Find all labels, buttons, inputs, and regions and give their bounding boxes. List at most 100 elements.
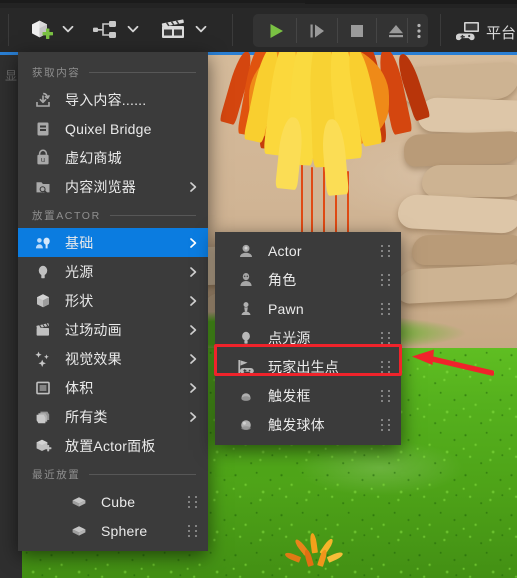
menu-item-label: Cube: [101, 493, 136, 510]
submenu-item-label: Pawn: [268, 300, 304, 317]
submenu-item-point-light[interactable]: 点光源: [215, 323, 401, 352]
blueprints-chevron-button[interactable]: [124, 20, 142, 38]
menu-item-recent-sphere[interactable]: Sphere: [18, 516, 208, 545]
drag-handle-icon[interactable]: [379, 273, 393, 286]
import-icon: [30, 90, 56, 110]
drag-handle-icon[interactable]: [379, 389, 393, 402]
menu-item-recent-cube[interactable]: Cube: [18, 487, 208, 516]
shape-cube-icon: [30, 291, 56, 311]
play-options-button[interactable]: [409, 17, 429, 44]
drag-handle-icon[interactable]: [379, 302, 393, 315]
menu-item-lights[interactable]: 光源: [18, 257, 208, 286]
drag-handle-icon[interactable]: [186, 495, 200, 508]
chevron-down-icon: [126, 22, 140, 36]
play-icon: [266, 21, 286, 41]
submenu-item-pawn[interactable]: Pawn: [215, 294, 401, 323]
chrome-seam-right: [305, 0, 517, 4]
editor-window: 平台 显 获取内容 导入内容...... Quixel Bridge u 虚幻商…: [0, 0, 517, 578]
flower-petal: [309, 532, 318, 554]
quick-add-menu[interactable]: 获取内容 导入内容...... Quixel Bridge u 虚幻商城 内容浏…: [18, 52, 208, 551]
eject-icon: [386, 21, 406, 41]
submenu-item-character[interactable]: 角色: [215, 265, 401, 294]
chevron-right-icon: [186, 382, 200, 394]
chevron-down-icon: [194, 22, 208, 36]
section-divider: [89, 474, 196, 475]
section-divider: [109, 215, 196, 216]
svg-text:u: u: [41, 155, 45, 164]
menu-item-quixel-bridge[interactable]: Quixel Bridge: [18, 114, 208, 143]
submenu-item-trigger-box[interactable]: 触发框: [215, 381, 401, 410]
all-classes-icon: [30, 407, 56, 427]
sparkle-vfx-icon: [30, 349, 56, 369]
menu-item-shapes[interactable]: 形状: [18, 286, 208, 315]
submenu-item-actor[interactable]: Actor: [215, 236, 401, 265]
blueprints-button[interactable]: [90, 18, 122, 42]
character-icon: [233, 270, 259, 290]
menu-item-label: 内容浏览器: [65, 178, 136, 195]
drag-handle-icon[interactable]: [379, 360, 393, 373]
chrome-seam-left: [0, 0, 305, 3]
submenu-item-trigger-sphere[interactable]: 触发球体: [215, 410, 401, 439]
cube-icon: [66, 521, 92, 541]
platforms-label: 平台: [486, 25, 517, 42]
menu-item-cinematics[interactable]: 过场动画: [18, 315, 208, 344]
menu-item-place-actors-panel[interactable]: 放置Actor面板: [18, 431, 208, 460]
menu-item-volumes[interactable]: 体积: [18, 373, 208, 402]
menu-item-visual-effects[interactable]: 视觉效果: [18, 344, 208, 373]
stop-button[interactable]: [340, 17, 374, 44]
chevron-right-icon: [186, 181, 200, 193]
chevron-right-icon: [186, 353, 200, 365]
menu-item-import-content[interactable]: 导入内容......: [18, 85, 208, 114]
submenu-item-label: 点光源: [268, 329, 311, 346]
gamepad-screen-icon: [456, 20, 482, 42]
menu-item-marketplace[interactable]: u 虚幻商城: [18, 143, 208, 172]
folder-search-icon: [30, 177, 56, 197]
menu-section-header: 放置ACTOR: [18, 201, 208, 228]
add-actor-button[interactable]: [24, 16, 58, 44]
menu-section-title: 获取内容: [32, 67, 81, 79]
play-divider-2: [337, 18, 338, 43]
submenu-item-label: 角色: [268, 271, 297, 288]
drag-handle-icon[interactable]: [186, 524, 200, 537]
menu-item-basic[interactable]: 基础: [18, 228, 208, 257]
menu-section-title: 放置ACTOR: [32, 210, 101, 222]
toolbar-divider-mid: [232, 14, 233, 46]
add-actor-chevron-button[interactable]: [59, 20, 77, 38]
submenu-item-label: 触发框: [268, 387, 311, 404]
chevron-right-icon: [186, 266, 200, 278]
drag-handle-icon[interactable]: [379, 244, 393, 257]
play-divider-1: [296, 18, 297, 43]
point-light-icon: [233, 328, 259, 348]
light-bulb-icon: [30, 262, 56, 282]
cube-plus-icon: [28, 18, 54, 42]
menu-section-header: 获取内容: [18, 58, 208, 85]
menu-item-label: 虚幻商城: [65, 149, 122, 166]
platforms-button[interactable]: [454, 17, 484, 44]
chevron-right-icon: [186, 237, 200, 249]
small-flower: [284, 531, 344, 571]
drag-handle-icon[interactable]: [379, 418, 393, 431]
submenu-item-player-start[interactable]: 玩家出生点: [215, 352, 401, 381]
trigger-box-icon: [233, 386, 259, 406]
menu-item-all-classes[interactable]: 所有类: [18, 402, 208, 431]
menu-item-label: 导入内容......: [65, 91, 147, 108]
menu-item-label: 放置Actor面板: [65, 437, 156, 454]
basic-actors-submenu[interactable]: Actor 角色 Pawn 点光源 玩家出生点 触发框 触发球体: [215, 232, 401, 445]
section-divider: [89, 72, 196, 73]
drag-handle-icon[interactable]: [379, 331, 393, 344]
step-frame-button[interactable]: [299, 17, 335, 44]
play-button[interactable]: [258, 17, 294, 44]
kebab-menu-icon: [416, 21, 422, 41]
menu-item-label: 视觉效果: [65, 350, 122, 367]
menu-item-label: Quixel Bridge: [65, 120, 152, 137]
trigger-sphere-icon: [233, 415, 259, 435]
cube-icon: [66, 492, 92, 512]
cinematics-button[interactable]: [158, 16, 190, 44]
blueprint-node-icon: [92, 19, 120, 41]
play-divider-4: [407, 18, 408, 43]
menu-section-header: 最近放置: [18, 460, 208, 487]
actor-icon: [233, 241, 259, 261]
cinematics-chevron-button[interactable]: [192, 20, 210, 38]
menu-item-content-browser[interactable]: 内容浏览器: [18, 172, 208, 201]
menu-item-label: 所有类: [65, 408, 108, 425]
